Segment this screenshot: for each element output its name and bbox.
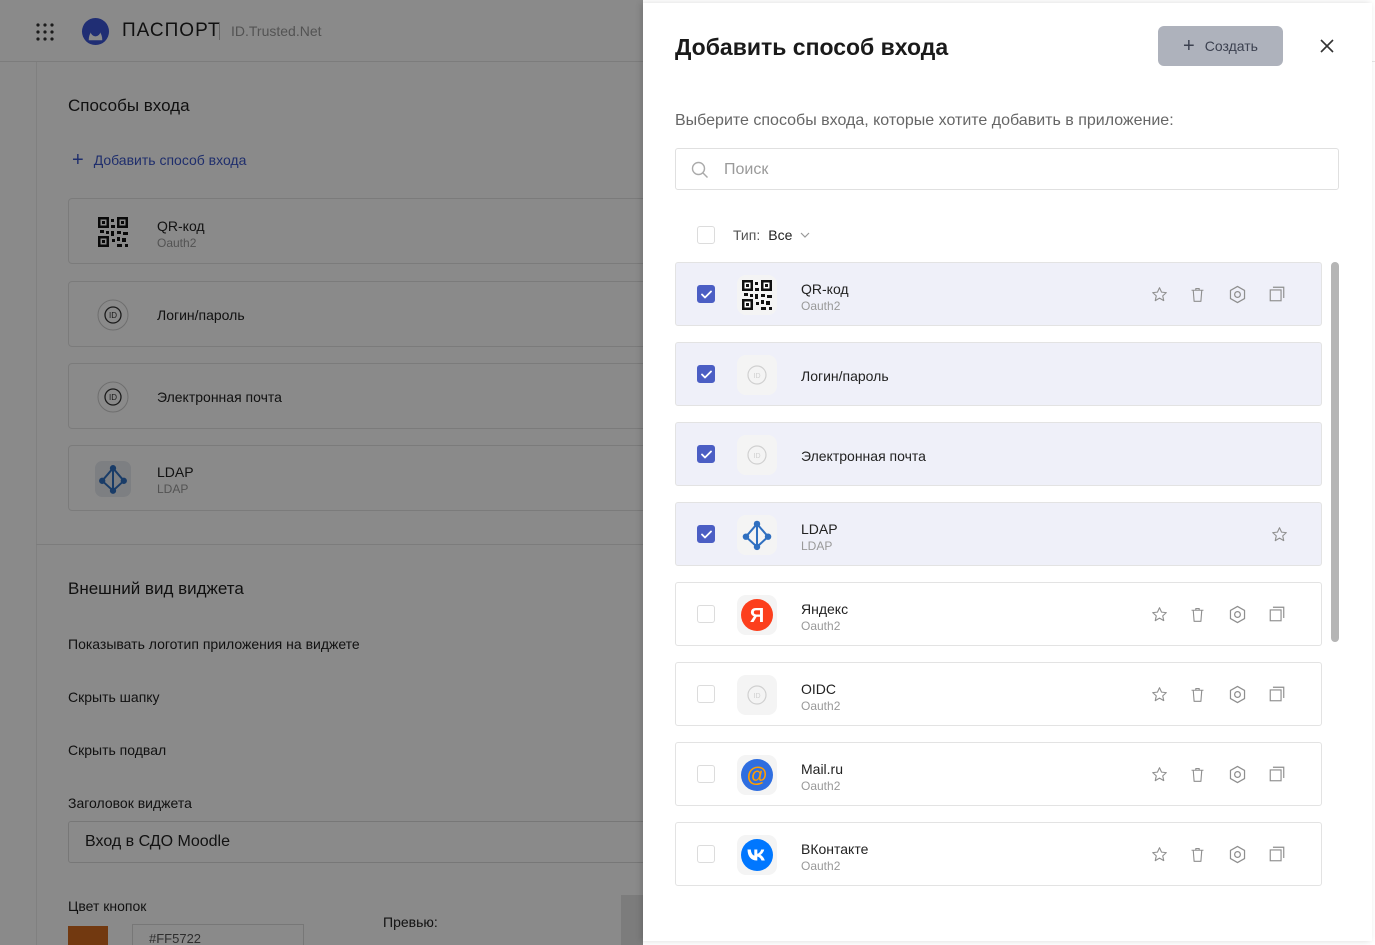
id-badge-icon: ID <box>737 675 777 715</box>
close-button[interactable] <box>1316 35 1338 57</box>
svg-text:ID: ID <box>754 373 761 380</box>
item-checkbox[interactable] <box>697 605 715 623</box>
trash-icon[interactable] <box>1187 764 1207 784</box>
drawer-subtitle: Выберите способы входа, которые хотите д… <box>675 112 1174 129</box>
item-checkbox[interactable] <box>697 365 715 383</box>
login-method-item[interactable]: LDAP LDAP <box>675 502 1322 566</box>
mailru-icon: @ <box>737 755 777 795</box>
settings-icon[interactable] <box>1227 844 1247 864</box>
login-method-item[interactable]: @ Mail.ru Oauth2 <box>675 742 1322 806</box>
item-checkbox[interactable] <box>697 765 715 783</box>
chevron-down-icon[interactable] <box>800 230 810 240</box>
close-icon <box>1320 39 1334 53</box>
star-icon[interactable] <box>1149 284 1169 304</box>
settings-icon[interactable] <box>1227 684 1247 704</box>
svg-text:ID: ID <box>754 693 761 700</box>
copy-icon[interactable] <box>1267 604 1287 624</box>
item-type: Oauth2 <box>801 859 841 873</box>
star-icon[interactable] <box>1149 764 1169 784</box>
item-type: LDAP <box>801 539 833 553</box>
ldap-network-icon <box>737 515 777 555</box>
settings-icon[interactable] <box>1227 604 1247 624</box>
item-name: Логин/пароль <box>801 368 889 384</box>
search-box <box>675 148 1339 190</box>
item-name: QR-код <box>801 281 849 297</box>
svg-text:@: @ <box>747 764 767 787</box>
trash-icon[interactable] <box>1187 844 1207 864</box>
item-name: OIDC <box>801 681 836 697</box>
star-icon[interactable] <box>1149 844 1169 864</box>
yandex-icon: Я <box>737 595 777 635</box>
list-scrollbar[interactable] <box>1331 262 1339 642</box>
copy-icon[interactable] <box>1267 284 1287 304</box>
filter-type-value[interactable]: Все <box>768 227 792 243</box>
trash-icon[interactable] <box>1187 284 1207 304</box>
qr-code-icon <box>737 275 777 315</box>
star-icon[interactable] <box>1269 524 1289 544</box>
select-all-checkbox[interactable] <box>697 226 715 244</box>
item-checkbox[interactable] <box>697 845 715 863</box>
vk-icon <box>737 835 777 875</box>
id-badge-icon: ID <box>737 355 777 395</box>
drawer-title: Добавить способ входа <box>675 34 949 60</box>
settings-icon[interactable] <box>1227 284 1247 304</box>
create-button[interactable]: + Создать <box>1158 26 1283 66</box>
item-name: LDAP <box>801 521 838 537</box>
item-type: Oauth2 <box>801 779 841 793</box>
plus-icon: + <box>1183 35 1195 57</box>
item-checkbox[interactable] <box>697 285 715 303</box>
copy-icon[interactable] <box>1267 684 1287 704</box>
item-name: Яндекс <box>801 601 849 617</box>
trash-icon[interactable] <box>1187 684 1207 704</box>
add-login-method-drawer: Добавить способ входа + Создать Выберите… <box>643 3 1372 941</box>
item-name: Mail.ru <box>801 761 844 777</box>
login-method-item[interactable]: ID Логин/пароль <box>675 342 1322 406</box>
item-checkbox[interactable] <box>697 445 715 463</box>
login-method-item[interactable]: ID Электронная почта <box>675 422 1322 486</box>
item-name: ВКонтакте <box>801 841 869 857</box>
filter-type-label: Тип: <box>733 227 761 243</box>
item-type: Oauth2 <box>801 619 841 633</box>
login-method-item[interactable]: ВКонтакте Oauth2 <box>675 822 1322 886</box>
settings-icon[interactable] <box>1227 764 1247 784</box>
search-input[interactable] <box>724 159 1304 181</box>
login-method-item[interactable]: ID OIDC Oauth2 <box>675 662 1322 726</box>
item-checkbox[interactable] <box>697 685 715 703</box>
login-method-list: QR-код Oauth2 ID Логин/пароль ID Электрон… <box>675 262 1322 912</box>
create-button-label: Создать <box>1204 38 1258 54</box>
login-method-item[interactable]: QR-код Oauth2 <box>675 262 1322 326</box>
item-type: Oauth2 <box>801 699 841 713</box>
star-icon[interactable] <box>1149 604 1169 624</box>
copy-icon[interactable] <box>1267 764 1287 784</box>
star-icon[interactable] <box>1149 684 1169 704</box>
svg-text:Я: Я <box>750 605 764 627</box>
item-name: Электронная почта <box>801 448 926 464</box>
trash-icon[interactable] <box>1187 604 1207 624</box>
copy-icon[interactable] <box>1267 844 1287 864</box>
svg-text:ID: ID <box>754 453 761 460</box>
login-method-item[interactable]: Я Яндекс Oauth2 <box>675 582 1322 646</box>
id-badge-icon: ID <box>737 435 777 475</box>
filter-row: Тип: Все <box>697 226 810 244</box>
item-checkbox[interactable] <box>697 525 715 543</box>
modal-overlay[interactable] <box>0 0 643 945</box>
item-type: Oauth2 <box>801 299 841 313</box>
search-icon <box>691 161 708 178</box>
